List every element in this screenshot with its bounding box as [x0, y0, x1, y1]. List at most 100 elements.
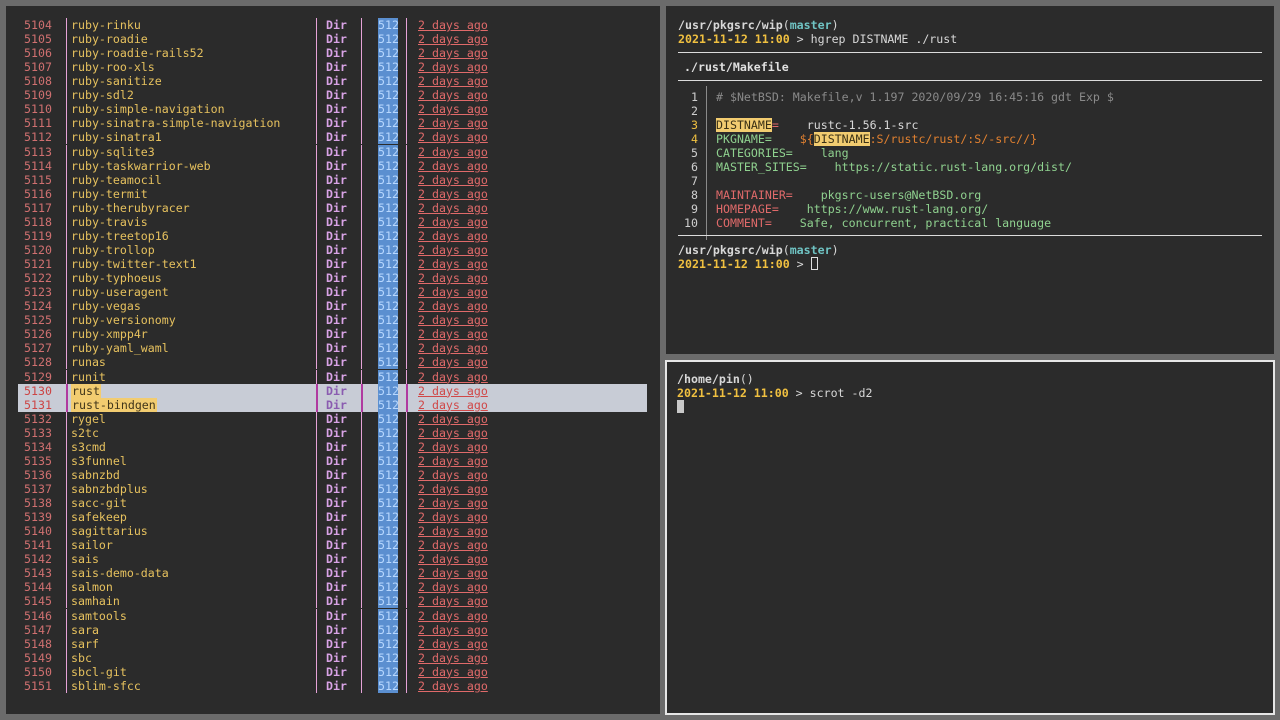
file-type: Dir — [326, 18, 347, 32]
row-number: 5132 — [24, 411, 52, 426]
file-row[interactable]: 5132 rygel Dir 512 2 days ago — [18, 411, 647, 426]
file-row[interactable]: 5106 ruby-roadie-rails52 Dir 512 2 days ago — [18, 46, 647, 61]
file-row[interactable]: 5124 ruby-vegas Dir 512 2 days ago — [18, 299, 647, 314]
file-type: Dir — [326, 650, 347, 665]
file-type: Dir — [326, 242, 347, 257]
file-row[interactable]: 5147 sara Dir 512 2 days ago — [18, 622, 647, 637]
file-row[interactable]: 5110 ruby-simple-navigation Dir 512 2 days a… — [18, 102, 647, 117]
file-row[interactable]: 5125 ruby-versionomy Dir 512 2 days ago — [18, 313, 647, 328]
modified-date: 2 days ago — [418, 608, 488, 623]
file-row[interactable]: 5134 s3cmd Dir 512 2 days ago — [18, 439, 647, 454]
match-highlight: DISTNAME — [716, 118, 772, 132]
column-separator — [316, 60, 317, 75]
file-row[interactable]: 5127 ruby-yaml_waml Dir 512 2 days ago — [18, 341, 647, 356]
modified-date: 2 days ago — [418, 369, 488, 384]
file-row[interactable]: 5135 s3funnel Dir 512 2 days ago — [18, 453, 647, 468]
file-row[interactable]: 5114 ruby-taskwarrior-web Dir 512 2 days ago — [18, 158, 647, 173]
column-separator — [66, 18, 67, 32]
column-separator — [316, 228, 317, 243]
file-row[interactable]: 5138 sacc-git Dir 512 2 days ago — [18, 496, 647, 511]
file-name: ruby-trollop — [71, 242, 155, 257]
column-separator — [66, 678, 67, 693]
file-row[interactable]: 5146 samtools Dir 512 2 days ago — [18, 608, 647, 623]
command-line-2[interactable]: 2021-11-12 11:00 > — [678, 257, 818, 271]
file-row[interactable]: 5107 ruby-roo-xls Dir 512 2 days ago — [18, 60, 647, 75]
output-line[interactable] — [677, 400, 684, 414]
column-separator — [66, 46, 67, 61]
column-separator — [361, 411, 362, 426]
column-separator — [66, 453, 67, 468]
column-separator — [406, 116, 407, 131]
file-type: Dir — [326, 439, 347, 454]
file-row[interactable]: 5140 sagittarius Dir 512 2 days ago — [18, 524, 647, 539]
file-manager-pane[interactable]: 5104 ruby-rinku Dir 512 2 days ago 5105 ruby-r… — [6, 6, 660, 714]
file-row[interactable]: 5120 ruby-trollop Dir 512 2 days ago — [18, 242, 647, 257]
file-row[interactable]: 5122 ruby-typhoeus Dir 512 2 days ago — [18, 271, 647, 286]
file-row[interactable]: 5143 sais-demo-data Dir 512 2 days ago — [18, 566, 647, 581]
terminal-bottom[interactable]: /home/pin() 2021-11-12 11:00 > scrot -d2 — [665, 360, 1275, 715]
column-separator — [361, 383, 363, 398]
file-row[interactable]: 5149 sbc Dir 512 2 days ago — [18, 650, 647, 665]
modified-date: 2 days ago — [418, 102, 488, 117]
file-size: 512 — [378, 116, 399, 131]
file-row[interactable]: 5108 ruby-sanitize Dir 512 2 days ago — [18, 74, 647, 89]
file-row[interactable]: 5148 sarf Dir 512 2 days ago — [18, 636, 647, 651]
file-row[interactable]: 5105 ruby-roadie Dir 512 2 days ago — [18, 32, 647, 47]
column-separator — [316, 439, 317, 454]
file-name: sbc — [71, 650, 92, 665]
file-row[interactable]: 5142 sais Dir 512 2 days ago — [18, 552, 647, 567]
file-row[interactable]: 5133 s2tc Dir 512 2 days ago — [18, 425, 647, 440]
file-name: ruby-rinku — [71, 18, 141, 32]
code-key: CATEGORIES= — [716, 146, 793, 160]
row-number: 5141 — [24, 538, 52, 553]
file-type: Dir — [326, 355, 347, 370]
command-line: 2021-11-12 11:00 > scrot -d2 — [677, 386, 872, 400]
file-row[interactable]: 5123 ruby-useragent Dir 512 2 days ago — [18, 285, 647, 300]
modified-date: 2 days ago — [418, 327, 488, 342]
file-name: rygel — [71, 411, 106, 426]
file-type: Dir — [326, 538, 347, 553]
column-separator — [316, 88, 317, 103]
file-row[interactable]: 5130 rust Dir 512 2 days ago — [18, 383, 647, 398]
file-row[interactable]: 5121 ruby-twitter-text1 Dir 512 2 days ago — [18, 257, 647, 272]
file-row[interactable]: 5150 sbcl-git Dir 512 2 days ago — [18, 664, 647, 679]
column-separator — [316, 257, 317, 272]
match-highlight: DISTNAME — [813, 132, 870, 146]
modified-date: 2 days ago — [418, 383, 488, 398]
row-number: 5120 — [24, 242, 52, 257]
file-row[interactable]: 5151 sblim-sfcc Dir 512 2 days ago — [18, 678, 647, 693]
file-row[interactable]: 5119 ruby-treetop16 Dir 512 2 days ago — [18, 228, 647, 243]
terminal-top[interactable]: /usr/pkgsrc/wip(master) 2021-11-12 11:00… — [666, 6, 1274, 354]
file-row[interactable]: 5137 sabnzbdplus Dir 512 2 days ago — [18, 481, 647, 496]
file-type: Dir — [326, 341, 347, 356]
file-row[interactable]: 5139 safekeep Dir 512 2 days ago — [18, 510, 647, 525]
file-row[interactable]: 5117 ruby-therubyracer Dir 512 2 days ago — [18, 200, 647, 215]
file-row[interactable]: 5141 sailor Dir 512 2 days ago — [18, 538, 647, 553]
file-row[interactable]: 5128 runas Dir 512 2 days ago — [18, 355, 647, 370]
file-row[interactable]: 5116 ruby-termit Dir 512 2 days ago — [18, 186, 647, 201]
file-row[interactable]: 5111 ruby-sinatra-simple-navigation Dir 512… — [18, 116, 647, 131]
column-separator — [316, 32, 317, 47]
file-row[interactable]: 5118 ruby-travis Dir 512 2 days ago — [18, 214, 647, 229]
file-row[interactable]: 5112 ruby-sinatra1 Dir 512 2 days ago — [18, 130, 647, 145]
git-branch: master — [789, 243, 832, 257]
file-row[interactable]: 5144 salmon Dir 512 2 days ago — [18, 580, 647, 595]
file-row[interactable]: 5109 ruby-sdl2 Dir 512 2 days ago — [18, 88, 647, 103]
code-key: MAINTAINER= — [716, 188, 793, 202]
file-row[interactable]: 5136 sabnzbd Dir 512 2 days ago — [18, 467, 647, 482]
file-row[interactable]: 5131 rust-bindgen Dir 512 2 days ago — [18, 397, 647, 412]
file-row[interactable]: 5113 ruby-sqlite3 Dir 512 2 days ago — [18, 144, 647, 159]
column-separator — [66, 299, 67, 314]
line-number: 10 — [684, 216, 698, 230]
file-row[interactable]: 5129 runit Dir 512 2 days ago — [18, 369, 647, 384]
file-row[interactable]: 5104 ruby-rinku Dir 512 2 days ago — [18, 18, 647, 32]
row-number: 5145 — [24, 594, 52, 609]
modified-date: 2 days ago — [418, 228, 488, 243]
column-separator — [406, 510, 407, 525]
row-number: 5146 — [24, 608, 52, 623]
file-row[interactable]: 5145 samhain Dir 512 2 days ago — [18, 594, 647, 609]
column-separator — [316, 355, 317, 370]
file-row[interactable]: 5115 ruby-teamocil Dir 512 2 days ago — [18, 172, 647, 187]
column-separator — [66, 158, 67, 173]
file-row[interactable]: 5126 ruby-xmpp4r Dir 512 2 days ago — [18, 327, 647, 342]
